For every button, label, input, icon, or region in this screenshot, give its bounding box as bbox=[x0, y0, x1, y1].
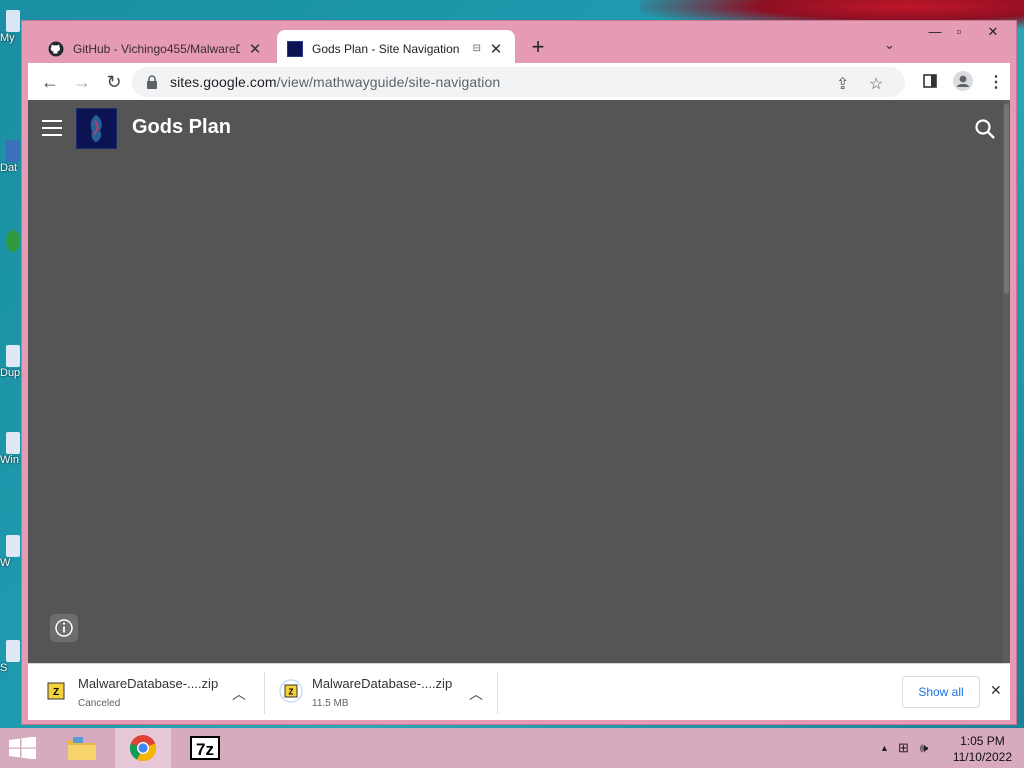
tab-gods-plan[interactable]: Gods Plan - Site Navigation ⊟ ✕ bbox=[277, 30, 515, 67]
taskbar: 7z ▲ ⊞ 🕪 1:05 PM 11/10/2022 bbox=[0, 728, 1024, 768]
file-icon bbox=[6, 345, 20, 367]
computer-icon bbox=[6, 10, 20, 32]
tab-label: GitHub - Vichingo455/MalwareD bbox=[73, 41, 240, 56]
desktop-icon-label: W bbox=[0, 557, 11, 569]
desktop-icon-dup[interactable]: Dup bbox=[0, 345, 22, 379]
taskbar-file-explorer[interactable] bbox=[54, 728, 110, 768]
file-icon bbox=[6, 640, 20, 662]
download-filename: MalwareDatabase-....zip bbox=[78, 676, 219, 691]
tab-label: Gods Plan - Site Navigation bbox=[312, 41, 460, 56]
zip-file-progress-icon: Z bbox=[279, 679, 303, 703]
taskbar-chrome[interactable] bbox=[115, 728, 171, 768]
download-status: 11.5 MB bbox=[312, 698, 349, 709]
page-viewport: Gods Plan bbox=[28, 100, 1010, 663]
back-arrow-icon[interactable]: ← bbox=[36, 68, 64, 96]
tab-github[interactable]: GitHub - Vichingo455/MalwareD ✕ bbox=[38, 30, 274, 67]
chevron-up-icon[interactable]: ▲ bbox=[880, 743, 889, 753]
bookmark-star-icon[interactable]: ☆ bbox=[869, 74, 883, 94]
svg-text:Z: Z bbox=[289, 688, 294, 697]
download-item[interactable]: Z MalwareDatabase-....zip Canceled ︿ bbox=[28, 664, 263, 721]
close-icon[interactable]: ✕ bbox=[487, 40, 505, 58]
maximize-icon[interactable]: ▫ bbox=[944, 21, 974, 43]
new-tab-button[interactable]: + bbox=[525, 35, 551, 61]
7zip-icon: 7z bbox=[190, 736, 220, 760]
desktop-icon-label: S bbox=[0, 662, 8, 674]
close-icon[interactable]: ✕ bbox=[990, 682, 1002, 699]
file-icon bbox=[6, 432, 20, 454]
file-icon bbox=[6, 535, 20, 557]
share-icon[interactable]: ⇪ bbox=[836, 74, 849, 94]
info-icon bbox=[55, 619, 73, 637]
zip-file-icon: Z bbox=[47, 682, 65, 700]
desktop-icon-s[interactable]: S bbox=[0, 640, 22, 674]
address-bar[interactable]: sites.google.com/view/mathwayguide/site-… bbox=[132, 67, 905, 97]
show-all-button[interactable]: Show all bbox=[902, 676, 980, 708]
download-item[interactable]: Z MalwareDatabase-....zip 11.5 MB ︿ bbox=[265, 664, 500, 721]
svg-text:7z: 7z bbox=[196, 740, 214, 759]
desktop-icon-win[interactable]: Win bbox=[0, 432, 22, 466]
browser-window: GitHub - Vichingo455/MalwareD ✕ Gods Pla… bbox=[21, 20, 1017, 725]
info-button[interactable] bbox=[50, 614, 78, 642]
reload-icon[interactable]: ↻ bbox=[100, 68, 128, 96]
desktop-icon-label: My bbox=[0, 32, 15, 44]
audio-icon: ⊟ bbox=[472, 43, 481, 54]
download-filename: MalwareDatabase-....zip bbox=[312, 676, 453, 691]
desktop-icon-label: Dat bbox=[0, 162, 18, 174]
chevron-up-icon[interactable]: ︿ bbox=[232, 684, 246, 704]
url-text: sites.google.com/view/mathwayguide/site-… bbox=[170, 74, 500, 90]
app-icon bbox=[6, 230, 20, 252]
site-title[interactable]: Gods Plan bbox=[132, 116, 231, 139]
svg-text:Z: Z bbox=[53, 687, 59, 698]
desktop-icon-green[interactable] bbox=[0, 230, 22, 252]
system-tray: ▲ ⊞ 🕪 1:05 PM 11/10/2022 bbox=[864, 728, 1024, 768]
network-icon[interactable]: ⊞ bbox=[898, 740, 909, 756]
browser-toolbar: ← → ↻ sites.google.com/view/mathwayguide… bbox=[28, 63, 1010, 100]
file-icon bbox=[6, 140, 20, 162]
menu-hamburger-icon[interactable] bbox=[42, 120, 62, 136]
clock[interactable]: 1:05 PM 11/10/2022 bbox=[953, 733, 1012, 765]
download-shelf: Z MalwareDatabase-....zip Canceled ︿ Z M… bbox=[28, 663, 1010, 720]
volume-icon[interactable]: 🕪 bbox=[920, 740, 928, 756]
site-logo[interactable] bbox=[76, 108, 117, 149]
scrollbar-thumb[interactable] bbox=[1004, 104, 1009, 294]
desktop-icon-my-computer[interactable]: My bbox=[0, 10, 22, 44]
desktop-icon-label: Dup bbox=[0, 367, 21, 379]
url-host: sites.google.com bbox=[170, 74, 277, 90]
tab-strip: GitHub - Vichingo455/MalwareD ✕ Gods Pla… bbox=[22, 21, 1016, 67]
tab-search-chevron-icon[interactable]: ⌄ bbox=[884, 37, 895, 53]
more-menu-icon[interactable]: ⋮ bbox=[988, 72, 1004, 92]
github-icon bbox=[48, 41, 64, 56]
chevron-up-icon[interactable]: ︿ bbox=[469, 684, 483, 704]
lock-icon bbox=[147, 75, 157, 89]
desktop-icon-database[interactable]: Dat bbox=[0, 140, 22, 174]
divider bbox=[497, 672, 498, 714]
close-icon[interactable]: ✕ bbox=[246, 40, 264, 58]
logo-figure-icon bbox=[90, 114, 102, 143]
desktop-icon-w[interactable]: W bbox=[0, 535, 22, 569]
url-path: /view/mathwayguide/site-navigation bbox=[276, 74, 501, 90]
side-panel-icon[interactable] bbox=[923, 74, 937, 88]
search-icon[interactable] bbox=[974, 118, 996, 140]
desktop-icon-label: Win bbox=[0, 454, 19, 466]
clock-time: 1:05 PM bbox=[960, 734, 1005, 748]
download-status: Canceled bbox=[78, 698, 121, 709]
profile-avatar-icon[interactable] bbox=[953, 71, 973, 91]
taskbar-7zip[interactable]: 7z bbox=[177, 728, 233, 768]
forward-arrow-icon[interactable]: → bbox=[68, 68, 96, 96]
window-close-icon[interactable]: ✕ bbox=[978, 21, 1008, 43]
clock-date: 11/10/2022 bbox=[952, 750, 1012, 764]
gods-plan-favicon bbox=[287, 40, 303, 57]
folder-icon bbox=[68, 737, 96, 760]
scrollbar[interactable] bbox=[1003, 100, 1010, 663]
chrome-icon bbox=[129, 735, 157, 762]
windows-start-icon[interactable] bbox=[8, 737, 38, 759]
